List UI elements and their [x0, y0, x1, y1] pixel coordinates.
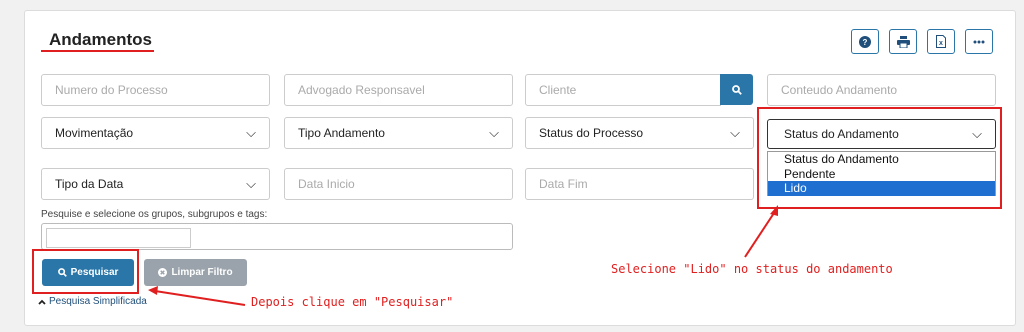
arrowhead-status	[770, 205, 778, 216]
annotation-click-pesquisar: Depois clique em "Pesquisar"	[251, 295, 454, 309]
annotation-select-lido: Selecione "Lido" no status do andamento	[611, 262, 893, 276]
arrow-to-status	[744, 209, 777, 258]
annotation-arrows	[148, 205, 778, 306]
arrowhead-pesquisar	[148, 286, 158, 295]
arrow-to-pesquisar	[154, 290, 246, 306]
